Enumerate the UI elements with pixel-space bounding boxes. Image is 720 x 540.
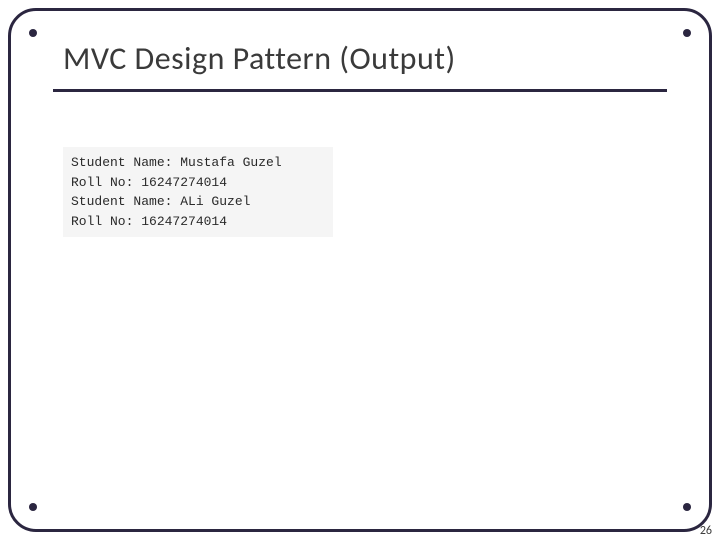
slide-frame: MVC Design Pattern (Output) Student Name…	[8, 8, 712, 532]
output-block: Student Name: Mustafa Guzel Roll No: 162…	[63, 147, 333, 237]
slide-title: MVC Design Pattern (Output)	[63, 39, 456, 78]
output-line: Student Name: Mustafa Guzel	[71, 153, 325, 173]
corner-dot-top-right	[683, 29, 691, 37]
output-line: Roll No: 16247274014	[71, 173, 325, 193]
output-line: Roll No: 16247274014	[71, 212, 325, 232]
corner-dot-bottom-left	[29, 503, 37, 511]
corner-dot-bottom-right	[683, 503, 691, 511]
corner-dot-top-left	[29, 29, 37, 37]
page-number: 26	[700, 524, 712, 538]
output-line: Student Name: ALi Guzel	[71, 192, 325, 212]
title-underline	[53, 89, 667, 92]
